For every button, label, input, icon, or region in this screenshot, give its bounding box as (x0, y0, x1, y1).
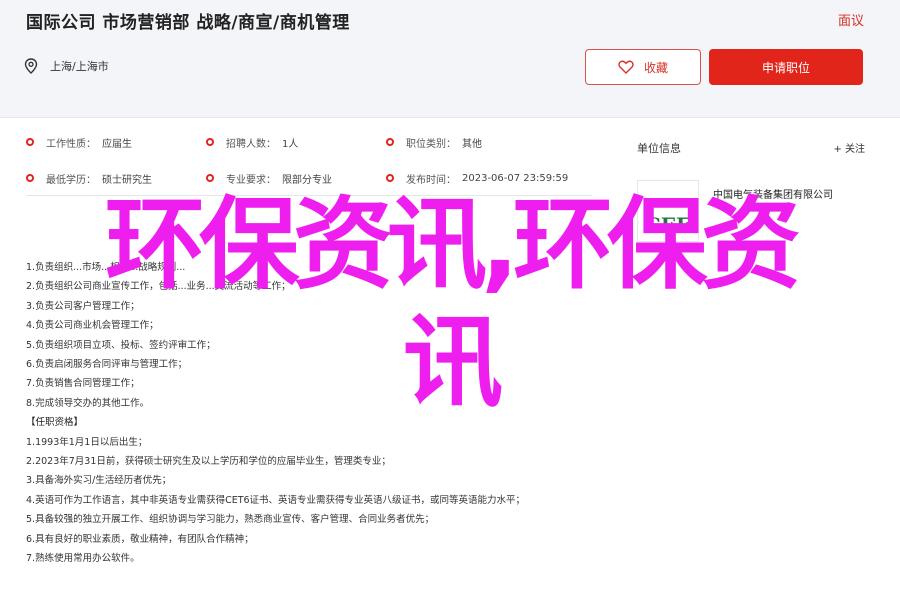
info-row: 最低学历： 硕士研究生 专业要求： 限部分专业 发布时间： 2023-06-07 23… (26, 160, 586, 196)
info-item: 最低学历： 硕士研究生 (26, 171, 206, 186)
apply-button[interactable]: 申请职位 (709, 49, 863, 85)
description-line: 1.负责组织...市场...相关...战略规划... (26, 262, 186, 273)
description-line: 4.英语可作为工作语言，其中非英语专业需获得CET6证书、英语专业需获得专业英语… (26, 494, 526, 506)
info-item: 专业要求： 限部分专业 (206, 171, 386, 186)
description-line: 6.具有良好的职业素质，敬业精神，有团队合作精神； (26, 533, 254, 545)
job-info-grid: 工作性质： 应届生 招聘人数： 1人 职位类别： 其他 最低学历： 硕士研究生 专业要求… (26, 124, 586, 196)
bullet-icon (206, 138, 214, 146)
description-line: 4.负责公司商业机会管理工作； (26, 320, 159, 332)
description-line: 2.2023年7月31日前，获得硕士研究生及以上学历和学位的应届毕业生，管理类专… (26, 456, 391, 468)
job-description: 1.负责组织...市场...相关...战略规划... 2.负责组织公司商业宣传工… (26, 258, 606, 569)
sidebar-title: 单位信息 (637, 142, 681, 155)
description-line: 5.负责组织项目立项、投标、签约评审工作； (26, 339, 216, 351)
description-line: 3.具备海外实习/生活经历者优先； (26, 475, 172, 487)
salary-label: 面议 (837, 14, 864, 29)
sidebar-header: 单位信息 + 关注 (637, 140, 865, 156)
company-card[interactable]: CEE 中国电气装备集团有限公司 (637, 180, 865, 242)
heart-icon (618, 60, 634, 74)
bullet-icon (26, 174, 34, 182)
company-sidebar: 单位信息 + 关注 CEE 中国电气装备集团有限公司 (637, 140, 865, 242)
description-line: 7.负责销售合同管理工作； (26, 378, 140, 390)
bullet-icon (26, 138, 34, 146)
description-line: 8.完成领导交办的其他工作。 (26, 397, 150, 409)
description-line: 6.负责启闭服务合同评审与管理工作； (26, 359, 188, 371)
info-row: 工作性质： 应届生 招聘人数： 1人 职位类别： 其他 (26, 124, 586, 160)
bullet-icon (386, 138, 394, 146)
description-line: 2.负责组织公司商业宣传工作，包括...业务...交流活动等工作； (26, 281, 291, 293)
company-name[interactable]: 中国电气装备集团有限公司 (713, 186, 833, 242)
description-line: 5.具备较强的独立开展工作、组织协调与学习能力，熟悉商业宣传、客户管理、合同业务… (26, 514, 435, 526)
bullet-icon (386, 174, 394, 182)
info-item: 招聘人数： 1人 (206, 135, 386, 150)
favorite-button[interactable]: 收藏 (585, 49, 701, 85)
company-logo: CEE (637, 180, 699, 242)
job-title: 国际公司 市场营销部 战略/商宣/商机管理 (26, 13, 350, 33)
description-line: 3.负责公司客户管理工作； (26, 300, 140, 312)
info-item: 职位类别： 其他 (386, 135, 482, 150)
location-text: 上海/上海市 (50, 60, 109, 73)
qualifications-heading: 【任职资格】 (26, 417, 84, 429)
description-line: 7.熟练使用常用办公软件。 (26, 553, 140, 565)
info-item: 发布时间： 2023-06-07 23:59:59 (386, 171, 568, 186)
info-item: 工作性质： 应届生 (26, 135, 206, 150)
description-line: 1.1993年1月1日以后出生； (26, 436, 148, 448)
bullet-icon (206, 174, 214, 182)
favorite-label: 收藏 (643, 60, 668, 75)
job-location: 上海/上海市 (24, 58, 109, 74)
job-header: 国际公司 市场营销部 战略/商宣/商机管理 面议 上海/上海市 收藏 申请职位 (0, 0, 900, 118)
follow-button[interactable]: + 关注 (833, 140, 865, 156)
location-pin-icon (24, 58, 38, 74)
section-divider (26, 195, 592, 196)
